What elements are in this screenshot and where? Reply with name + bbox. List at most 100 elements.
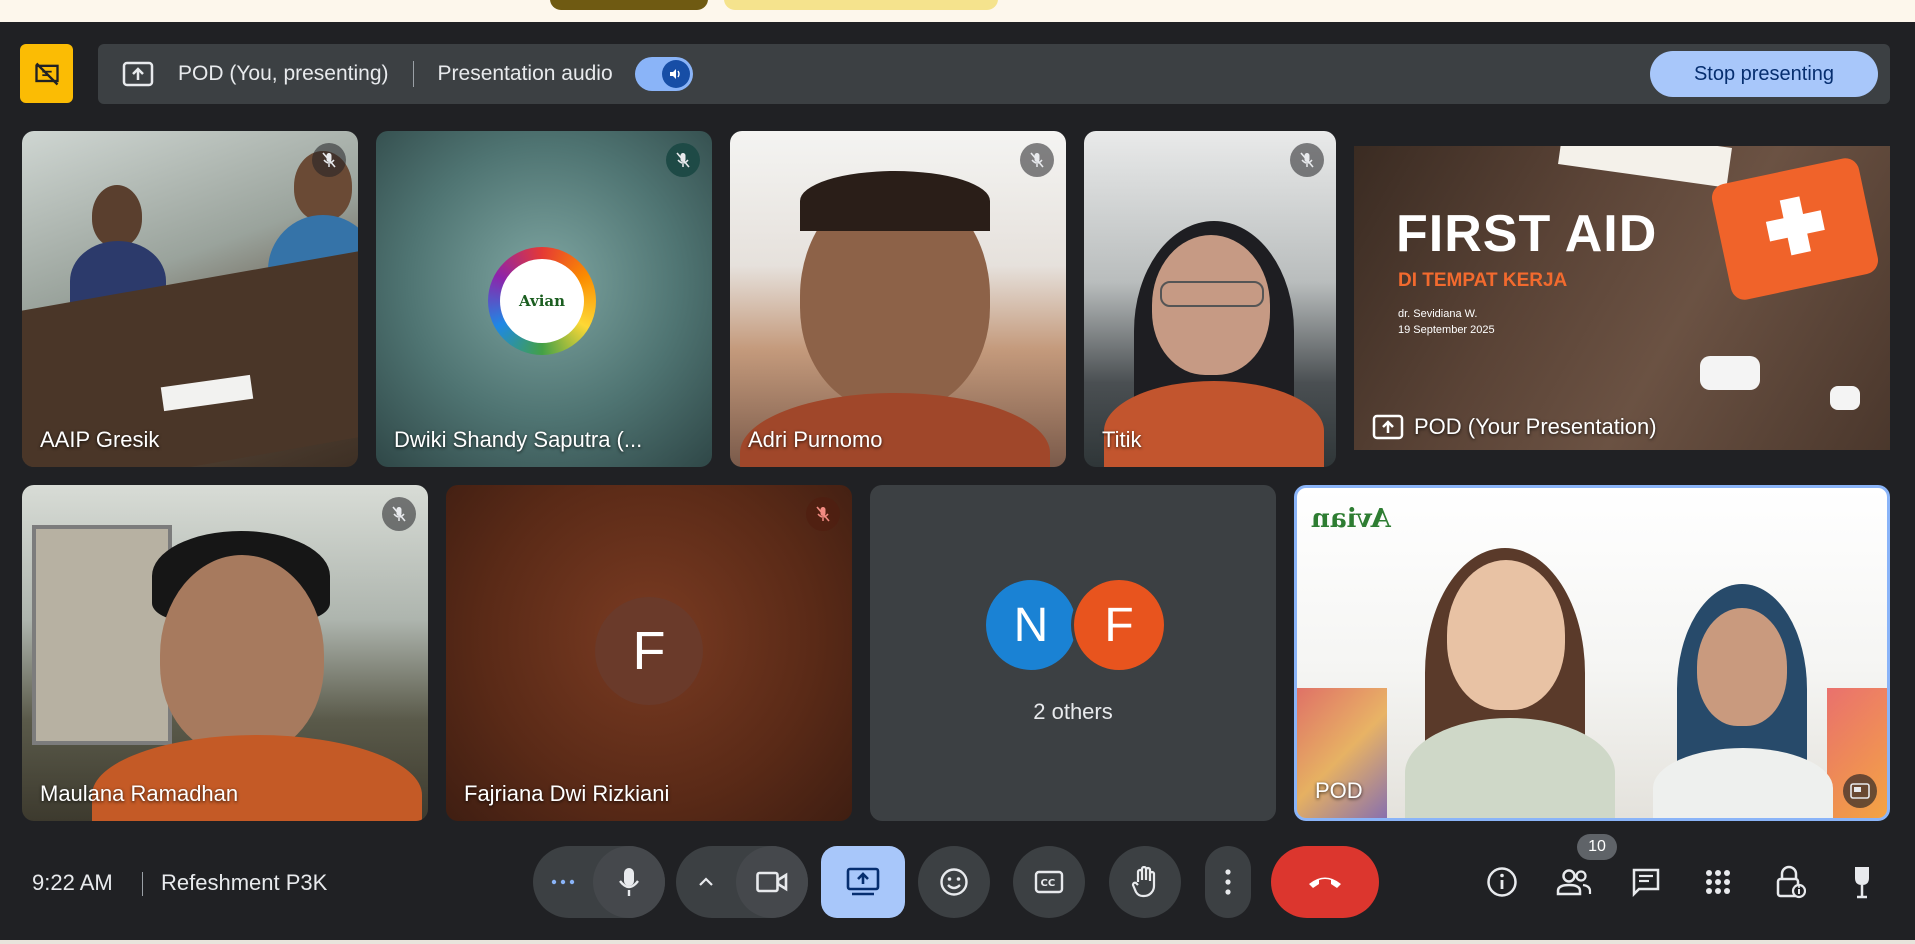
- avian-brands-logo: Avian: [1311, 504, 1391, 534]
- meeting-time: 9:22 AM: [32, 870, 113, 895]
- video-camera-icon: [756, 871, 788, 893]
- more-horizontal-icon: [551, 879, 575, 885]
- video-settings-button[interactable]: [676, 846, 736, 918]
- participant-name: Maulana Ramadhan: [40, 781, 239, 806]
- participant-tile-titik[interactable]: Titik: [1084, 131, 1336, 467]
- mic-off-icon: [666, 143, 700, 177]
- slide-author: dr. Sevidiana W.: [1398, 308, 1478, 320]
- audio-control-group: [533, 846, 665, 918]
- volume-icon: [661, 60, 690, 88]
- others-avatars: N F: [983, 577, 1167, 673]
- participant-tile-adri-purnomo[interactable]: Adri Purnomo: [730, 131, 1066, 467]
- wine-glass-icon: [1855, 867, 1869, 899]
- participant-head: [160, 555, 324, 755]
- participant-name: Adri Purnomo: [748, 427, 883, 452]
- bandage-graphic: [1830, 386, 1860, 410]
- microphone-icon: [619, 868, 639, 896]
- presenter-label: POD (You, presenting): [178, 62, 389, 85]
- others-label: 2 others: [1033, 699, 1113, 724]
- hide-presentation-button[interactable]: [20, 44, 73, 103]
- leave-call-button[interactable]: [1271, 846, 1379, 918]
- present-screen-icon: [1372, 414, 1404, 440]
- camera-button[interactable]: [736, 846, 808, 918]
- meeting-details-button[interactable]: [1478, 858, 1526, 906]
- participant-tile-dwiki[interactable]: Avian Dwiki Shandy Saputra (...: [376, 131, 712, 467]
- participant-head: [92, 185, 142, 247]
- raise-hand-button[interactable]: [1109, 846, 1181, 918]
- participant-name: Fajriana Dwi Rizkiani: [464, 781, 670, 806]
- participant-tile-aaip-gresik[interactable]: AAIP Gresik: [22, 131, 358, 467]
- participant-head: [1447, 560, 1565, 710]
- participant-tile-fajriana[interactable]: F Fajriana Dwi Rizkiani: [446, 485, 852, 821]
- microphone-button[interactable]: [593, 846, 665, 918]
- present-screen-icon: [846, 867, 880, 896]
- chevron-up-icon: [699, 877, 713, 886]
- more-vertical-icon: [1225, 869, 1231, 895]
- browser-top-strip: [0, 0, 1915, 22]
- participant-hair: [800, 171, 990, 231]
- bandage-graphic: [1700, 356, 1760, 390]
- participant-tile-maulana-ramadhan[interactable]: Maulana Ramadhan: [22, 485, 428, 821]
- hang-up-icon: [1309, 877, 1341, 888]
- slide-paper-graphic: [1558, 146, 1732, 188]
- meeting-name: Refeshment P3K: [161, 870, 328, 895]
- top-pill-dark: [550, 0, 708, 10]
- chat-icon: [1632, 868, 1660, 897]
- logo-text: Avian: [500, 259, 584, 343]
- info-icon: [1487, 867, 1517, 897]
- stop-presenting-button[interactable]: Stop presenting: [1650, 51, 1878, 97]
- activities-button[interactable]: [1694, 858, 1742, 906]
- background-shelf: [32, 525, 172, 745]
- people-icon: [1556, 869, 1592, 896]
- mic-off-icon: [1290, 143, 1324, 177]
- avatar-n: N: [983, 577, 1079, 673]
- people-count-badge: 10: [1577, 834, 1617, 860]
- mic-off-icon: [1020, 143, 1054, 177]
- presenting-bar: POD (You, presenting) Presentation audio…: [98, 44, 1890, 104]
- emoji-icon: [940, 868, 968, 896]
- bottom-control-bar: 9:22 AM Refeshment P3K CC 10: [0, 822, 1915, 944]
- mic-off-icon: [312, 143, 346, 177]
- slide-subtitle: DI TEMPAT KERJA: [1398, 270, 1568, 291]
- participant-name: POD: [1315, 778, 1363, 803]
- glasses: [1160, 281, 1264, 307]
- people-button[interactable]: [1550, 858, 1598, 906]
- picture-in-picture-icon[interactable]: [1843, 774, 1877, 808]
- captions-button[interactable]: CC: [1013, 846, 1085, 918]
- self-view-tile-pod[interactable]: Avian POD: [1294, 485, 1890, 821]
- closed-captions-icon: CC: [1034, 870, 1064, 894]
- presentation-tile[interactable]: FIRST AID DI TEMPAT KERJA dr. Sevidiana …: [1354, 146, 1890, 450]
- avatar-f: F: [1071, 577, 1167, 673]
- divider: [412, 61, 414, 87]
- first-aid-kit-graphic: [1709, 155, 1881, 303]
- participant-name: AAIP Gresik: [40, 427, 160, 452]
- presentation-audio-label: Presentation audio: [437, 62, 613, 85]
- presentation-name-label: POD (Your Presentation): [1372, 414, 1657, 440]
- participant-name: Dwiki Shandy Saputra (...: [394, 427, 643, 452]
- raise-hand-icon: [1131, 866, 1156, 898]
- present-now-button[interactable]: [821, 846, 905, 918]
- slide-date: 19 September 2025: [1398, 324, 1495, 336]
- mic-off-icon: [806, 497, 840, 531]
- present-screen-icon: [122, 60, 154, 88]
- presentation-name: POD (Your Presentation): [1414, 414, 1657, 439]
- presentation-audio-toggle[interactable]: [634, 57, 693, 91]
- extension-button[interactable]: [1838, 858, 1886, 906]
- more-options-button[interactable]: [1205, 846, 1251, 918]
- participant-body: [1653, 748, 1833, 818]
- chat-button[interactable]: [1622, 858, 1670, 906]
- participant-head: [1697, 608, 1787, 726]
- browser-bottom-edge: [0, 940, 1915, 944]
- participant-body: [92, 735, 422, 821]
- reactions-button[interactable]: [918, 846, 990, 918]
- meet-window: POD (You, presenting) Presentation audio…: [0, 22, 1915, 944]
- participant-avatar: F: [595, 597, 703, 705]
- divider: [142, 872, 143, 896]
- participant-body: [1405, 718, 1615, 818]
- svg-text:CC: CC: [1041, 878, 1056, 889]
- audio-settings-button[interactable]: [533, 846, 593, 918]
- participant-name: Titik: [1102, 427, 1142, 452]
- host-controls-button[interactable]: [1766, 858, 1814, 906]
- others-tile[interactable]: N F 2 others: [870, 485, 1276, 821]
- lock-person-icon: [1776, 865, 1806, 899]
